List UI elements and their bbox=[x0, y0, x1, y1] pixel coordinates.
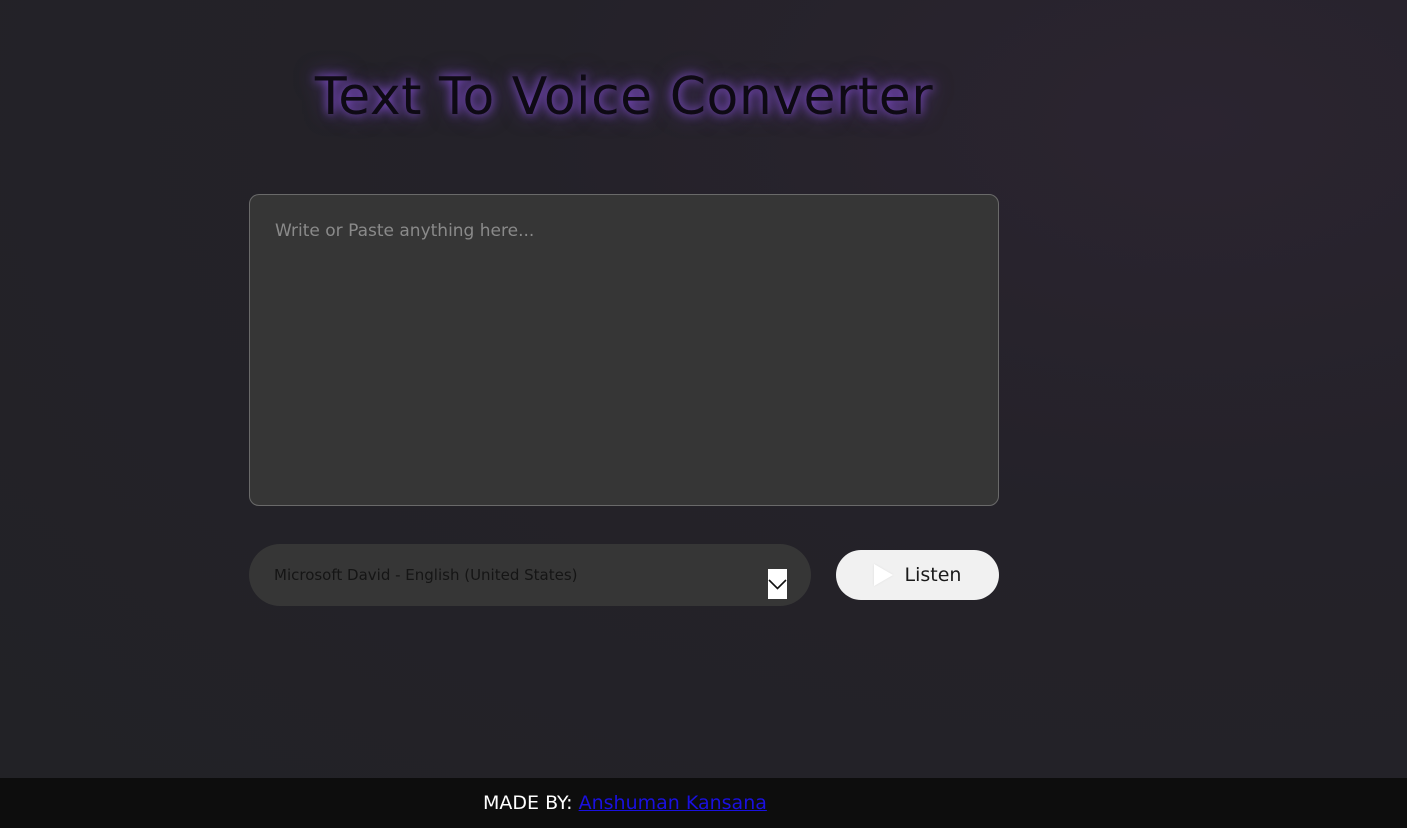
author-link[interactable]: Anshuman Kansana bbox=[579, 792, 767, 814]
listen-button[interactable]: Listen bbox=[836, 550, 999, 600]
made-by-label: MADE BY: bbox=[483, 792, 573, 814]
footer: MADE BY: Anshuman Kansana bbox=[0, 778, 1407, 828]
voice-select-value: Microsoft David - English (United States… bbox=[274, 566, 578, 584]
footer-credit: MADE BY: Anshuman Kansana bbox=[483, 792, 767, 814]
chevron-down-icon[interactable] bbox=[768, 569, 787, 599]
voice-select[interactable]: Microsoft David - English (United States… bbox=[249, 544, 811, 606]
play-icon bbox=[873, 564, 893, 586]
text-input[interactable] bbox=[249, 194, 999, 506]
listen-button-label: Listen bbox=[904, 564, 962, 586]
page-title: Text To Voice Converter bbox=[314, 67, 934, 127]
